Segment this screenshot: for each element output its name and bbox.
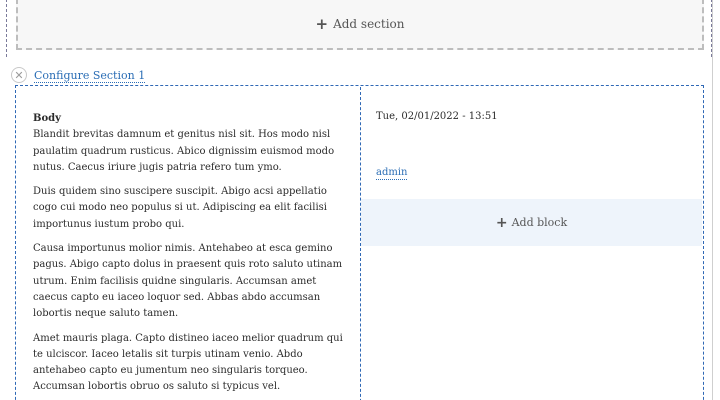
add-block-label: Add block [511, 216, 568, 229]
body-field-block[interactable]: Body Blandit brevitas damnum et genitus … [33, 111, 343, 400]
body-paragraph: Amet mauris plaga. Capto distineo iaceo … [33, 332, 343, 393]
plus-icon: + [315, 14, 329, 33]
body-paragraph: Duis quidem sino suscipere suscipit. Abi… [33, 186, 327, 230]
add-section-button[interactable]: + Add section [16, 0, 704, 50]
plus-icon: + [495, 214, 508, 231]
add-block-button[interactable]: + Add block [361, 199, 702, 246]
close-icon: ✕ [14, 68, 24, 82]
body-paragraph: Blandit brevitas damnum et genitus nisl … [33, 129, 335, 173]
layout-builder-page: + Add section ✕ Configure Section 1 Body… [0, 0, 720, 400]
author-link[interactable]: admin [376, 167, 408, 180]
body-paragraph: Causa importunus molior nimis. Antehabeo… [33, 243, 343, 320]
page-edge-divider [712, 0, 713, 400]
remove-section-button[interactable]: ✕ [11, 67, 27, 83]
add-section-label: Add section [333, 17, 405, 31]
configure-section-link[interactable]: Configure Section 1 [34, 69, 146, 83]
body-field-label: Body [33, 113, 61, 124]
created-date: Tue, 02/01/2022 - 13:51 [376, 111, 498, 122]
